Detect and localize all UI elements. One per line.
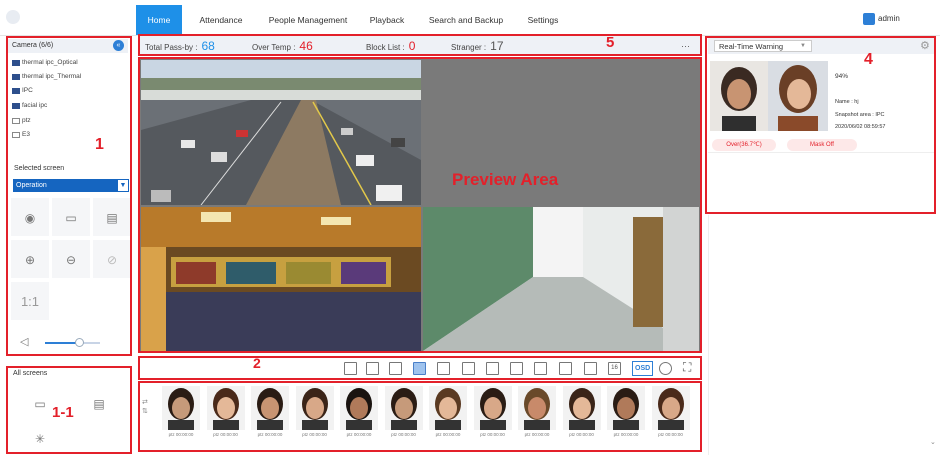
tab-people-management[interactable]: People Management [262, 5, 354, 35]
tab-attendance[interactable]: Attendance [190, 5, 252, 35]
annotation-box-5 [138, 34, 702, 56]
annotation-number-2: 2 [253, 355, 261, 371]
annotation-number-5: 5 [606, 34, 615, 51]
scroll-down-icon[interactable]: ⌄ [930, 438, 936, 446]
user-icon[interactable] [863, 13, 875, 25]
annotation-box-preview [138, 57, 702, 353]
tab-home[interactable]: Home [136, 5, 182, 35]
annotation-number-4: 4 [864, 51, 873, 68]
user-name[interactable]: admin [878, 13, 900, 25]
tab-search-and-backup[interactable]: Search and Backup [424, 5, 508, 35]
annotation-number-1: 1 [95, 136, 104, 153]
tab-playback[interactable]: Playback [362, 5, 412, 35]
annotation-box-2 [138, 356, 702, 380]
annotation-number-1-1: 1-1 [52, 404, 74, 421]
annotation-box-4 [705, 36, 936, 214]
app-logo [6, 10, 20, 24]
tab-settings[interactable]: Settings [518, 5, 568, 35]
warning-list [708, 215, 935, 455]
annotation-box-1 [6, 36, 132, 356]
annotation-box-strip [138, 381, 702, 452]
